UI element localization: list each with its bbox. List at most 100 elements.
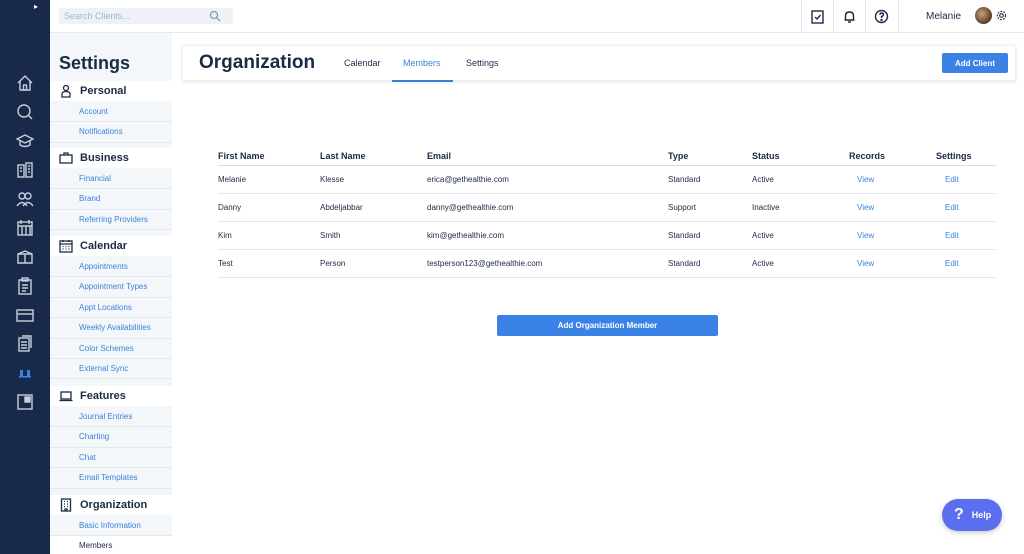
help-label: Help <box>971 510 992 520</box>
search-input[interactable] <box>59 8 233 24</box>
settings-group-personal: Personal Account Notifications <box>50 81 172 143</box>
column-header: Status <box>752 151 780 161</box>
search-icon[interactable] <box>209 10 221 22</box>
tab-calendar[interactable]: Calendar <box>344 58 381 68</box>
cell-last-name: Person <box>320 259 346 268</box>
organization-icon[interactable] <box>16 364 34 382</box>
members-table: First Name Last Name Email Type Status R… <box>218 146 996 278</box>
box-icon[interactable] <box>16 248 34 266</box>
sidebar-item-financial[interactable]: Financial <box>50 169 172 190</box>
home-icon[interactable] <box>16 74 34 92</box>
sidebar-item-basic-information[interactable]: Basic Information <box>50 516 172 537</box>
table-row: Kim Smith kim@gethealthie.com Standard A… <box>218 222 996 250</box>
cell-type: Standard <box>668 231 701 240</box>
sidebar-item-chat[interactable]: Chat <box>50 447 172 469</box>
column-header: Email <box>427 151 452 161</box>
cell-first-name: Danny <box>218 203 242 212</box>
column-header: Last Name <box>320 151 366 161</box>
sidebar-item-weekly-availabilities[interactable]: Weekly Availabilities <box>50 318 172 339</box>
user-menu[interactable]: Melanie <box>898 0 1024 33</box>
cell-type: Support <box>668 203 697 212</box>
cell-email: testperson123@gethealthie.com <box>427 259 543 268</box>
users-icon[interactable] <box>16 190 34 208</box>
buildings-icon[interactable] <box>16 161 34 179</box>
sidebar-item-appointments[interactable]: Appointments <box>50 257 172 278</box>
add-organization-member-button[interactable]: Add Organization Member <box>497 315 718 336</box>
view-records-link[interactable]: View <box>857 231 874 240</box>
group-header-features: Features <box>50 386 172 406</box>
support-button[interactable] <box>865 0 897 33</box>
group-header-business: Business <box>50 148 172 168</box>
edit-settings-link[interactable]: Edit <box>945 259 959 268</box>
documents-icon[interactable] <box>16 335 34 353</box>
page-title: Organization <box>199 52 316 73</box>
cell-status: Active <box>752 175 774 184</box>
sidebar-item-referring-providers[interactable]: Referring Providers <box>50 209 172 231</box>
tasks-button[interactable] <box>801 0 833 33</box>
view-records-link[interactable]: View <box>857 175 874 184</box>
cell-email: kim@gethealthie.com <box>427 231 505 240</box>
clipboard-check-icon <box>811 10 824 24</box>
cell-first-name: Test <box>218 259 233 268</box>
tab-members[interactable]: Members <box>403 58 441 68</box>
gear-icon[interactable] <box>996 10 1007 21</box>
clipboard-icon[interactable] <box>16 277 34 295</box>
sidebar-item-appointment-types[interactable]: Appointment Types <box>50 277 172 298</box>
sidebar-item-external-sync[interactable]: External Sync <box>50 358 172 380</box>
briefcase-icon <box>59 152 73 164</box>
sidebar-item-brand[interactable]: Brand <box>50 189 172 210</box>
view-records-link[interactable]: View <box>857 203 874 212</box>
calendar-icon <box>59 240 73 253</box>
add-client-button[interactable]: Add Client <box>942 53 1008 73</box>
sidebar-item-email-templates[interactable]: Email Templates <box>50 468 172 489</box>
cell-type: Standard <box>668 259 701 268</box>
sidebar-item-appt-locations[interactable]: Appt Locations <box>50 297 172 319</box>
cell-last-name: Smith <box>320 231 341 240</box>
settings-group-business: Business Financial Brand Referring Provi… <box>50 148 172 231</box>
cell-email: erica@gethealthie.com <box>427 175 509 184</box>
sidebar-item-account[interactable]: Account <box>50 102 172 123</box>
cell-status: Inactive <box>752 203 780 212</box>
page-header: Organization Calendar Members Settings A… <box>182 45 1016 82</box>
graduation-cap-icon[interactable] <box>16 132 34 150</box>
person-icon <box>61 84 71 98</box>
sidebar-item-journal-entries[interactable]: Journal Entries <box>50 407 172 428</box>
cell-first-name: Kim <box>218 231 232 240</box>
table-row: Test Person testperson123@gethealthie.co… <box>218 250 996 278</box>
settings-sidebar: Settings Personal Account Notifications … <box>50 33 172 554</box>
credit-card-icon[interactable] <box>16 306 34 324</box>
top-bar: Melanie <box>50 0 1024 33</box>
chat-icon[interactable] <box>16 103 34 121</box>
cell-last-name: Klesse <box>320 175 345 184</box>
edit-settings-link[interactable]: Edit <box>945 175 959 184</box>
laptop-icon <box>59 391 73 402</box>
sidebar-item-color-schemes[interactable]: Color Schemes <box>50 338 172 359</box>
view-records-link[interactable]: View <box>857 259 874 268</box>
calendar-grid-icon[interactable] <box>16 219 34 237</box>
settings-group-organization: Organization Basic Information Members <box>50 495 172 554</box>
cell-email: danny@gethealthie.com <box>427 203 514 212</box>
table-header-row: First Name Last Name Email Type Status R… <box>218 146 996 166</box>
sidebar-item-notifications[interactable]: Notifications <box>50 122 172 143</box>
cell-status: Active <box>752 259 774 268</box>
edit-settings-link[interactable]: Edit <box>945 231 959 240</box>
sidebar-item-members[interactable]: Members <box>50 536 172 554</box>
notifications-button[interactable] <box>833 0 865 33</box>
column-header: Records <box>849 151 886 161</box>
settings-group-features: Features Journal Entries Charting Chat E… <box>50 386 172 489</box>
expand-icon[interactable]: ▸ <box>34 2 42 11</box>
cell-status: Active <box>752 231 774 240</box>
sidebar-item-charting[interactable]: Charting <box>50 427 172 448</box>
cell-type: Standard <box>668 175 701 184</box>
group-header-calendar: Calendar <box>50 236 172 256</box>
active-tab-indicator <box>392 80 453 82</box>
edit-settings-link[interactable]: Edit <box>945 203 959 212</box>
tab-settings[interactable]: Settings <box>466 58 499 68</box>
table-row: Danny Abdeljabbar danny@gethealthie.com … <box>218 194 996 222</box>
app-rail: ▸ <box>0 0 50 554</box>
image-icon[interactable] <box>16 393 34 411</box>
help-button[interactable]: ? Help <box>942 499 1002 531</box>
bell-icon <box>844 11 855 23</box>
avatar[interactable] <box>975 7 992 24</box>
group-header-organization: Organization <box>50 495 172 515</box>
